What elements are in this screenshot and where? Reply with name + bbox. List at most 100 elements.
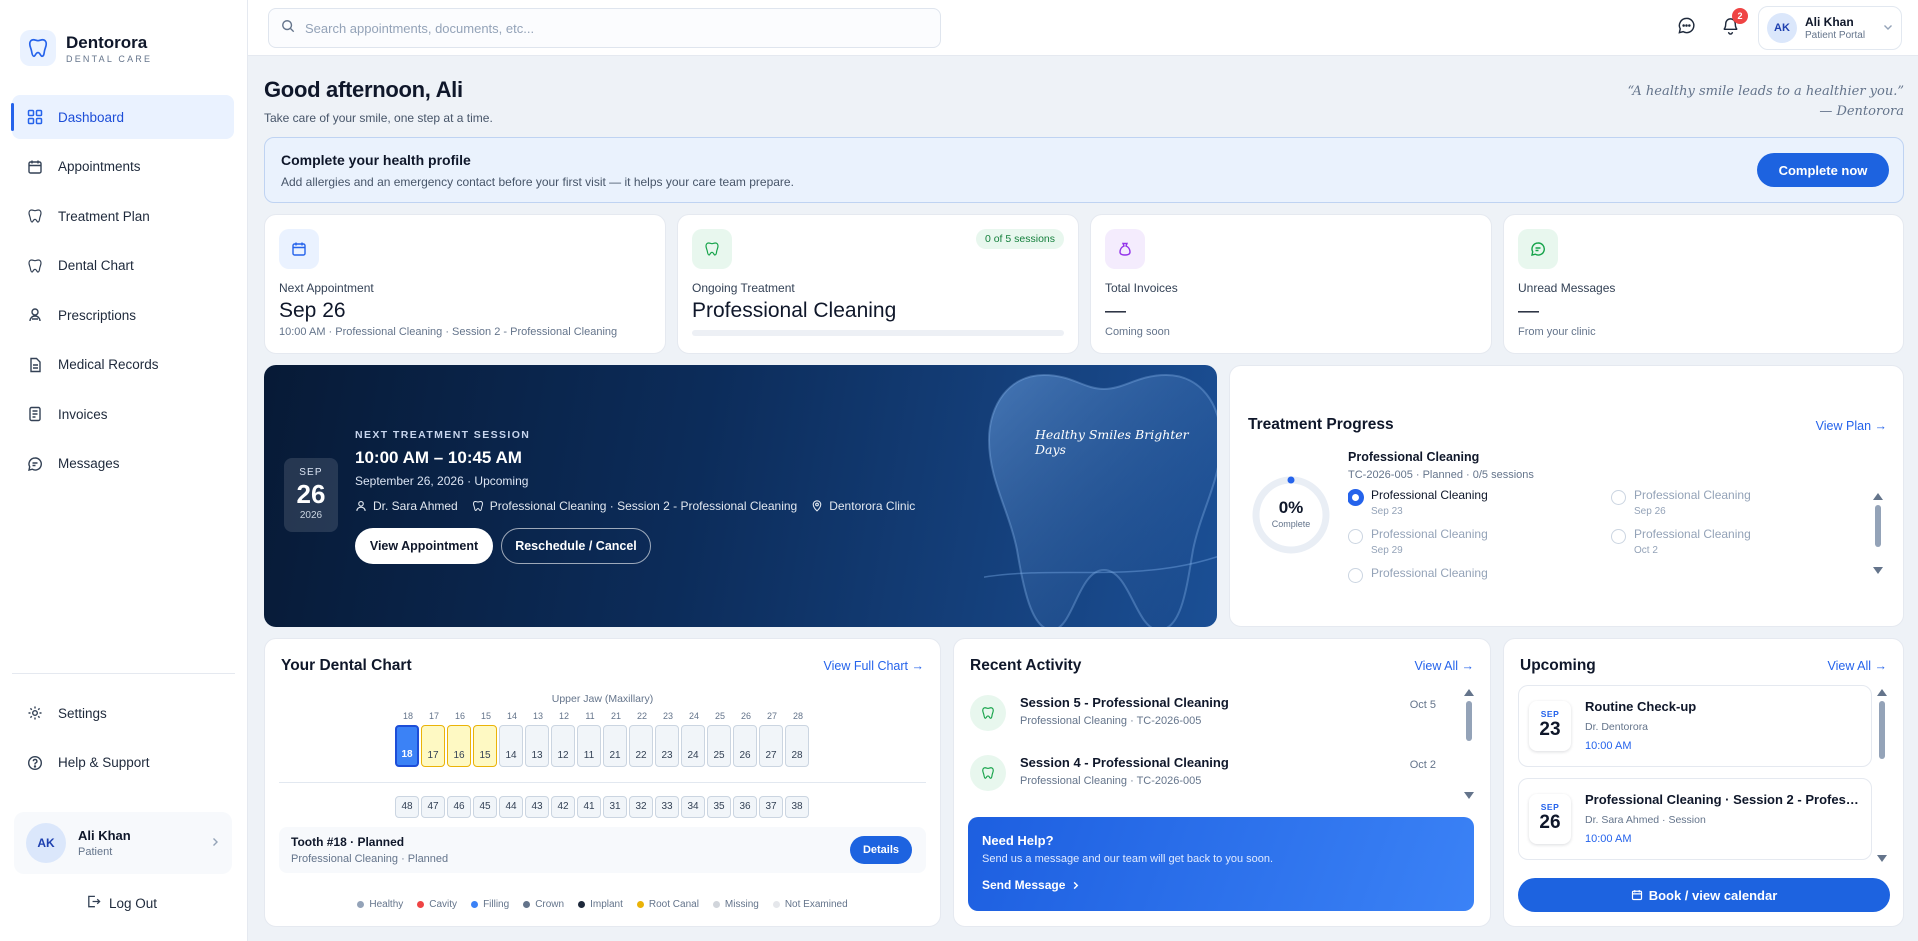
tooth-31[interactable]: 31 (603, 796, 627, 818)
activity-item[interactable]: Session 4 - Professional Cleaning Profes… (970, 749, 1436, 799)
sidebar-item-settings[interactable]: Settings (12, 691, 234, 735)
activity-item[interactable]: Session 5 - Professional Cleaning Profes… (970, 689, 1436, 739)
session-name: Professional Cleaning (1371, 527, 1488, 541)
scroll-down-icon[interactable] (1877, 855, 1887, 862)
tooth-14[interactable]: 14 (499, 725, 523, 767)
tooth-17[interactable]: 17 (421, 725, 445, 767)
view-appointment-button[interactable]: View Appointment (355, 528, 493, 564)
tooth-number-label: 21 (610, 711, 621, 721)
view-full-chart-link[interactable]: View Full Chart → (824, 659, 925, 673)
legend-swatch (636, 901, 644, 908)
tooth-46[interactable]: 46 (447, 796, 471, 818)
view-all-upcoming-link[interactable]: View All → (1827, 659, 1887, 673)
view-plan-link[interactable]: View Plan → (1816, 419, 1887, 433)
complete-profile-button[interactable]: Complete now (1757, 153, 1889, 187)
sidebar-item-label: Treatment Plan (58, 208, 150, 224)
stat-card-unread-messages[interactable]: Unread Messages — From your clinic (1503, 214, 1904, 354)
tooth-47[interactable]: 47 (421, 796, 445, 818)
view-all-activity-link[interactable]: View All → (1414, 659, 1474, 673)
tooth-43[interactable]: 43 (525, 796, 549, 818)
notifications-button[interactable]: 2 (1718, 8, 1748, 40)
scrollbar-thumb[interactable] (1879, 701, 1885, 759)
scrollbar-thumb[interactable] (1466, 701, 1472, 741)
tooth-12[interactable]: 12 (551, 725, 575, 767)
tooth-16[interactable]: 16 (447, 725, 471, 767)
scroll-down-icon[interactable] (1464, 792, 1474, 799)
tooth-18[interactable]: 18 (395, 725, 419, 767)
sidebar-item-help[interactable]: Help & Support (12, 741, 234, 785)
card-title: Treatment Progress (1248, 416, 1394, 433)
logout-button[interactable]: Log Out (86, 894, 157, 912)
tooth-48[interactable]: 48 (395, 796, 419, 818)
tooth-33[interactable]: 33 (655, 796, 679, 818)
tooth-logo-icon (20, 30, 56, 66)
sidebar-item-invoices[interactable]: Invoices (12, 392, 234, 436)
brand-logo[interactable]: Dentorora DENTAL CARE (20, 30, 152, 66)
tooth-15[interactable]: 15 (473, 725, 497, 767)
scrollbar-thumb[interactable] (1875, 505, 1881, 547)
calendar-icon (26, 158, 44, 176)
stat-card-total-invoices[interactable]: Total Invoices — Coming soon (1090, 214, 1492, 354)
tooth-icon (26, 257, 44, 275)
search-input[interactable] (305, 20, 905, 36)
book-calendar-button[interactable]: Book / view calendar (1518, 878, 1890, 912)
tooth-36[interactable]: 36 (733, 796, 757, 818)
scroll-down-icon[interactable] (1873, 567, 1883, 574)
session-item[interactable]: Professional Cleaning Oct 2 (1611, 527, 1751, 556)
tooth-45[interactable]: 45 (473, 796, 497, 818)
upcoming-item[interactable]: SEP 26 Professional Cleaning · Session 2… (1518, 778, 1872, 860)
sidebar-item-dental-chart[interactable]: Dental Chart (12, 244, 234, 288)
tooth-38[interactable]: 38 (785, 796, 809, 818)
upcoming-subtitle: Dr. Dentorora (1585, 721, 1649, 733)
tooth-26[interactable]: 26 (733, 725, 757, 767)
tooth-13[interactable]: 13 (525, 725, 549, 767)
upper-tooth-numbers: 18 17 16 15 14 13 12 11 21 22 23 24 25 26 27 28 (395, 711, 811, 721)
tooth-44[interactable]: 44 (499, 796, 523, 818)
stat-card-ongoing-treatment[interactable]: 0 of 5 sessions Ongoing Treatment Profes… (677, 214, 1079, 354)
user-role: Patient Portal (1805, 30, 1866, 41)
tooth-subtitle: Professional Cleaning · Planned (291, 853, 449, 865)
tooth-11[interactable]: 11 (577, 725, 601, 767)
upcoming-item[interactable]: SEP 23 Routine Check-up Dr. Dentorora 10… (1518, 685, 1872, 767)
sidebar-item-medical-records[interactable]: Medical Records (12, 343, 234, 387)
scroll-up-icon[interactable] (1464, 689, 1474, 696)
tooth-41[interactable]: 41 (577, 796, 601, 818)
send-message-label: Send Message (982, 878, 1066, 892)
sidebar-item-prescriptions[interactable]: Prescriptions (12, 293, 234, 337)
scroll-up-icon[interactable] (1873, 493, 1883, 500)
tooth-25[interactable]: 25 (707, 725, 731, 767)
avatar: AK (26, 823, 66, 863)
send-message-link[interactable]: Send Message (982, 878, 1080, 892)
tooth-28[interactable]: 28 (785, 725, 809, 767)
tooth-34[interactable]: 34 (681, 796, 705, 818)
tooth-42[interactable]: 42 (551, 796, 575, 818)
stat-card-next-appointment[interactable]: Next Appointment Sep 26 10:00 AM · Profe… (264, 214, 666, 354)
user-menu[interactable]: AK Ali Khan Patient Portal (1758, 6, 1902, 50)
sidebar-item-appointments[interactable]: Appointments (12, 145, 234, 189)
sidebar-item-messages[interactable]: Messages (12, 442, 234, 486)
sidebar-item-treatment-plan[interactable]: Treatment Plan (12, 194, 234, 238)
tooth-35[interactable]: 35 (707, 796, 731, 818)
pill-icon (26, 306, 44, 324)
session-date-text: September 26, 2026 · Upcoming (355, 474, 529, 488)
session-item[interactable]: Professional Cleaning Sep 23 (1348, 488, 1488, 517)
tooth-27[interactable]: 27 (759, 725, 783, 767)
selected-tooth-panel: Tooth #18 · Planned Professional Cleanin… (279, 827, 926, 873)
session-item[interactable]: Professional Cleaning Sep 29 (1348, 527, 1488, 556)
session-item[interactable]: Professional Cleaning Sep 26 (1611, 488, 1751, 517)
scroll-up-icon[interactable] (1877, 689, 1887, 696)
tooth-23[interactable]: 23 (655, 725, 679, 767)
reschedule-cancel-button[interactable]: Reschedule / Cancel (501, 528, 651, 564)
upcoming-subtitle: Dr. Sara Ahmed · Session (1585, 814, 1706, 826)
tooth-22[interactable]: 22 (629, 725, 653, 767)
sidebar-item-dashboard[interactable]: Dashboard (11, 95, 234, 139)
tooth-24[interactable]: 24 (681, 725, 705, 767)
messages-button[interactable] (1674, 16, 1698, 40)
search-box[interactable] (268, 8, 941, 48)
sidebar-user-card[interactable]: AK Ali Khan Patient (14, 812, 232, 874)
session-item[interactable]: Professional Cleaning (1348, 566, 1488, 583)
tooth-32[interactable]: 32 (629, 796, 653, 818)
tooth-details-button[interactable]: Details (850, 836, 912, 864)
tooth-37[interactable]: 37 (759, 796, 783, 818)
tooth-21[interactable]: 21 (603, 725, 627, 767)
